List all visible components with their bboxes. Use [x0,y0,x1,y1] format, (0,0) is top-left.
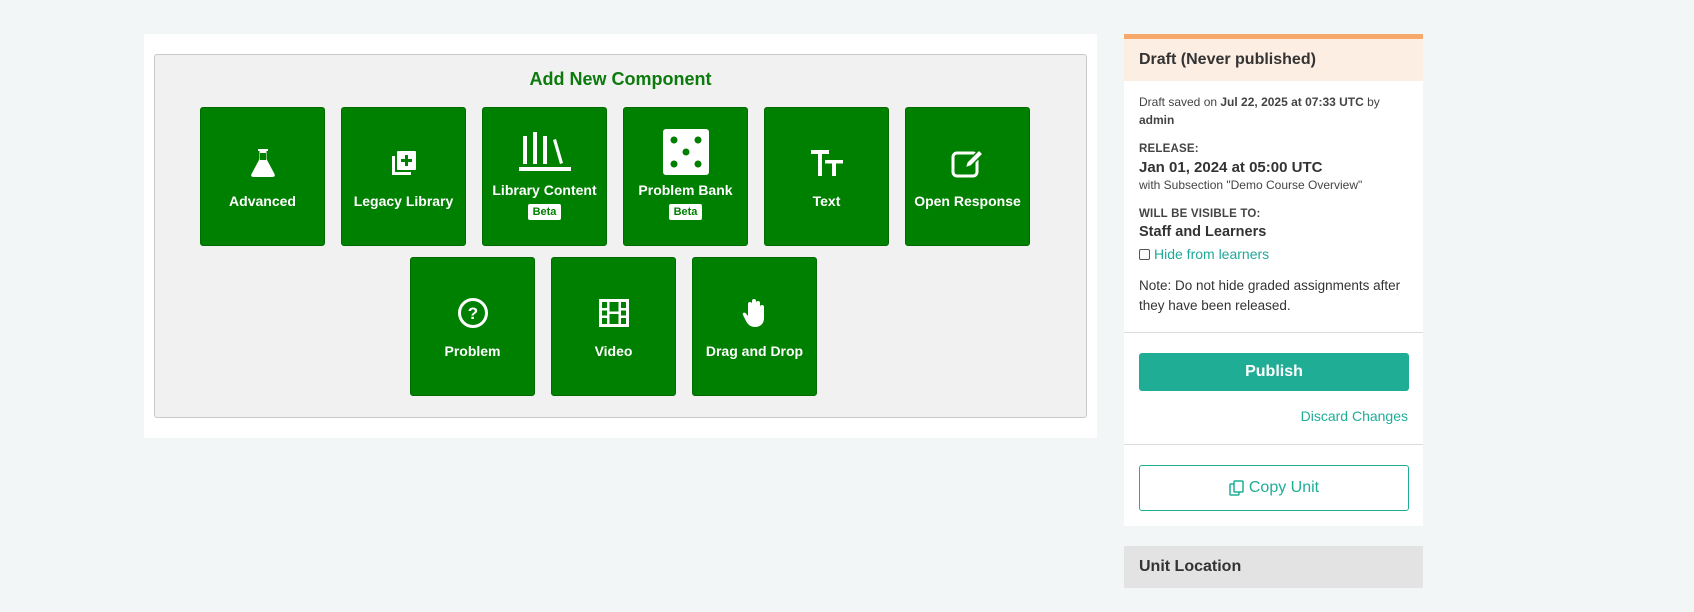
component-buttons-row-1: Advanced Legacy Library Library Content … [200,107,1030,246]
component-label: Drag and Drop [705,342,804,359]
publish-status-header: Draft (Never published) [1124,34,1423,81]
component-label: Video [594,342,633,359]
publish-sidebar: Draft (Never published) Draft saved on J… [1124,34,1423,588]
release-note: with Subsection "Demo Course Overview" [1139,178,1363,192]
library-content-component-button[interactable]: Library Content Beta [482,107,607,246]
copy-icon [1229,480,1244,496]
component-label: Legacy Library [353,192,454,209]
drag-and-drop-component-button[interactable]: Drag and Drop [692,257,817,396]
component-label: Problem Bank [638,181,733,198]
component-label: Library Content [492,181,597,198]
legacy-library-component-button[interactable]: Legacy Library [341,107,466,246]
video-component-button[interactable]: Video [551,257,676,396]
problem-bank-component-button[interactable]: Problem Bank Beta [623,107,748,246]
component-label: Text [812,192,841,209]
dice-icon [662,128,709,175]
main-content-card: Add New Component Advanced Legacy Librar… [144,34,1097,438]
publish-actions: Publish Discard Changes [1124,333,1423,444]
publish-status-card: Draft (Never published) Draft saved on J… [1124,34,1423,444]
question-circle-icon: ? [457,295,489,331]
svg-text:?: ? [467,304,477,323]
books-icon [518,131,571,171]
problem-component-button[interactable]: ? Problem [410,257,535,396]
draft-saved-info: Draft saved on Jul 22, 2025 at 07:33 UTC… [1139,93,1408,129]
beta-badge: Beta [527,203,562,220]
component-label: Problem [444,342,501,359]
copy-unit-button[interactable]: Copy Unit [1139,465,1409,511]
publish-button[interactable]: Publish [1139,353,1409,391]
visible-to-label: WILL BE VISIBLE TO: [1139,208,1261,220]
hide-from-learners-toggle[interactable]: Hide from learners [1139,246,1408,262]
text-size-icon [810,145,843,181]
copy-unit-card: Copy Unit [1124,445,1423,526]
discard-changes-link[interactable]: Discard Changes [1139,408,1408,424]
saved-date: Jul 22, 2025 at 07:33 UTC [1220,95,1364,109]
copy-unit-label: Copy Unit [1248,479,1320,496]
publish-status-body: Draft saved on Jul 22, 2025 at 07:33 UTC… [1124,81,1423,332]
add-component-title: Add New Component [529,69,712,89]
hide-from-learners-label[interactable]: Hide from learners [1154,246,1269,262]
visible-to-value: Staff and Learners [1139,224,1267,240]
saved-prefix: Draft saved on [1139,95,1221,109]
text-component-button[interactable]: Text [764,107,889,246]
edit-icon [951,145,985,181]
component-label: Advanced [229,192,296,209]
hide-note: Note: Do not hide graded assignments aft… [1139,278,1401,313]
hand-icon [742,295,768,331]
open-response-component-button[interactable]: Open Response [905,107,1030,246]
add-component-panel: Add New Component Advanced Legacy Librar… [154,54,1087,418]
saved-by-prefix: by [1363,95,1380,109]
film-icon [598,295,629,331]
beta-badge: Beta [668,203,703,220]
component-buttons-row-2: ? Problem Video Drag and Drop [410,257,817,396]
flask-icon [249,145,277,181]
library-add-icon [390,145,418,181]
unit-location-header: Unit Location [1124,546,1423,588]
release-date: Jan 01, 2024 at 05:00 UTC [1139,159,1323,176]
saved-by-user: admin [1139,113,1175,127]
hide-from-learners-checkbox[interactable] [1139,248,1150,260]
advanced-component-button[interactable]: Advanced [200,107,325,246]
component-label: Open Response [914,192,1021,209]
release-label: RELEASE: [1139,143,1199,155]
